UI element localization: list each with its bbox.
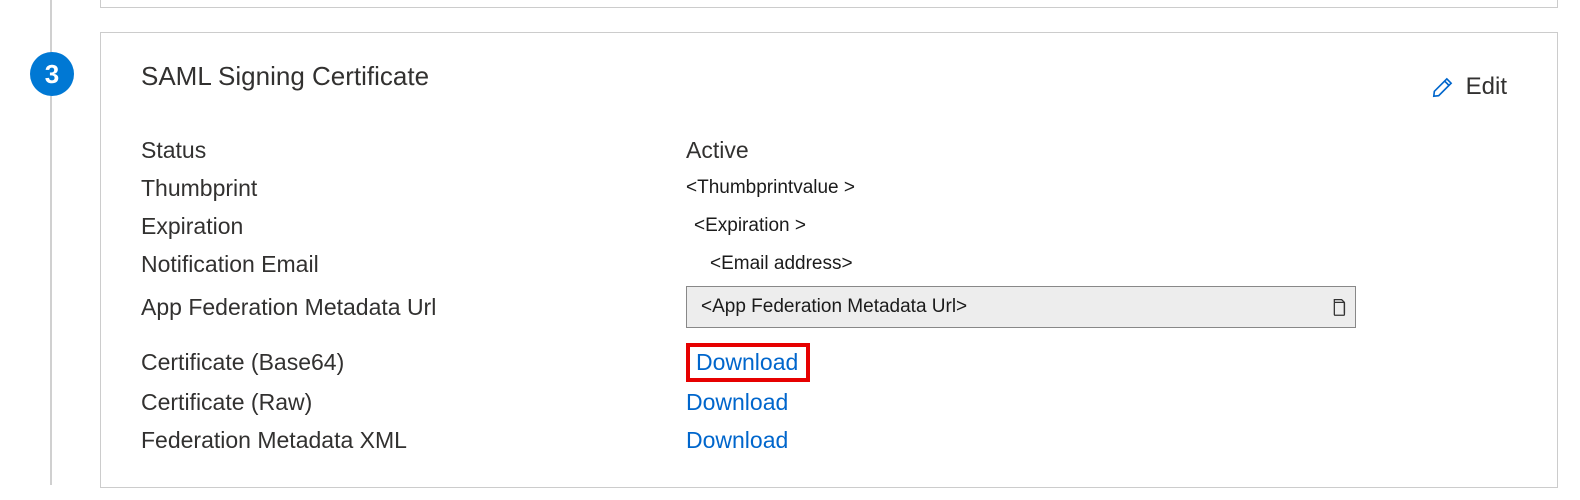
card-title: SAML Signing Certificate (141, 61, 429, 92)
thumbprint-label: Thumbprint (141, 175, 686, 202)
status-label: Status (141, 137, 686, 164)
row-expiration: Expiration <Expiration > (141, 207, 1517, 245)
fed-xml-label: Federation Metadata XML (141, 427, 686, 454)
row-fed-xml: Federation Metadata XML Download (141, 421, 1517, 459)
cert-raw-label: Certificate (Raw) (141, 389, 686, 416)
download-cert-base64-link[interactable]: Download (696, 349, 798, 375)
row-thumbprint: Thumbprint <Thumbprintvalue > (141, 169, 1517, 207)
notification-email-value: <Email address> (686, 253, 853, 275)
card-header: SAML Signing Certificate Edit (141, 61, 1517, 101)
app-federation-url-label: App Federation Metadata Url (141, 294, 686, 321)
previous-card-bottom-edge (100, 0, 1558, 8)
step-number: 3 (45, 59, 59, 90)
app-federation-url-value: <App Federation Metadata Url> (701, 296, 1327, 318)
expiration-value: <Expiration > (686, 215, 806, 237)
edit-button[interactable]: Edit (1430, 73, 1507, 101)
pencil-icon (1430, 74, 1456, 100)
row-app-federation-url: App Federation Metadata Url <App Federat… (141, 283, 1517, 331)
row-cert-raw: Certificate (Raw) Download (141, 383, 1517, 421)
copy-icon[interactable] (1327, 296, 1349, 318)
row-status: Status Active (141, 131, 1517, 169)
cert-base64-label: Certificate (Base64) (141, 349, 686, 376)
card-rows: Status Active Thumbprint <Thumbprintvalu… (141, 131, 1517, 459)
download-cert-raw-link[interactable]: Download (686, 389, 788, 416)
edit-label: Edit (1466, 73, 1507, 101)
download-highlight-box: Download (686, 343, 810, 382)
expiration-label: Expiration (141, 213, 686, 240)
row-notification-email: Notification Email <Email address> (141, 245, 1517, 283)
status-value: Active (686, 137, 749, 164)
download-fed-xml-link[interactable]: Download (686, 427, 788, 454)
thumbprint-value: <Thumbprintvalue > (686, 177, 855, 199)
notification-email-label: Notification Email (141, 251, 686, 278)
app-federation-url-field[interactable]: <App Federation Metadata Url> (686, 286, 1356, 328)
row-cert-base64: Certificate (Base64) Download (141, 341, 1517, 383)
saml-signing-certificate-card: SAML Signing Certificate Edit Status Act… (100, 32, 1558, 488)
step-number-badge: 3 (30, 52, 74, 96)
